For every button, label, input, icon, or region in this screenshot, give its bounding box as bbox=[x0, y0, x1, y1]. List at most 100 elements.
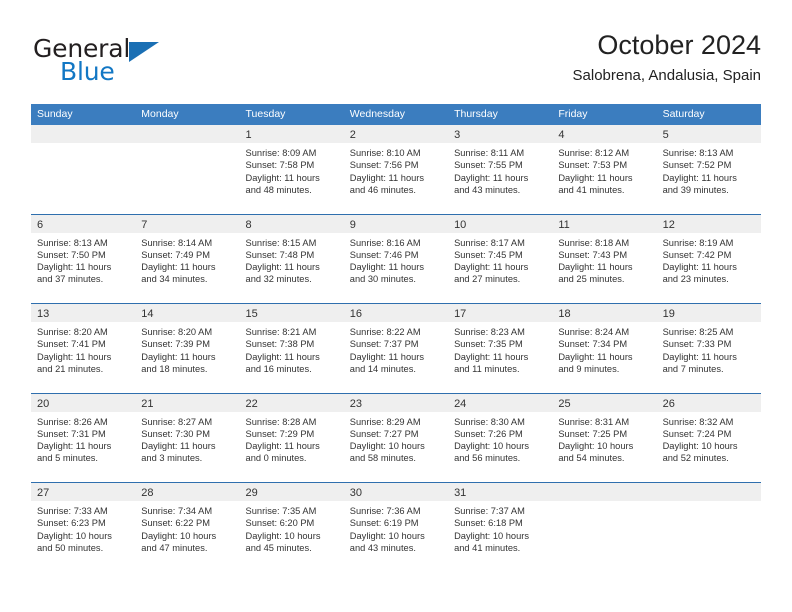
day-number-band: 18 bbox=[552, 304, 657, 322]
calendar-day-cell[interactable]: 12 Sunrise: 8:19 AM Sunset: 7:42 PM Dayl… bbox=[656, 214, 761, 303]
calendar-day-cell[interactable]: 20 Sunrise: 8:26 AM Sunset: 7:31 PM Dayl… bbox=[31, 393, 136, 482]
sunset-text: Sunset: 7:50 PM bbox=[37, 249, 106, 260]
day-number: 20 bbox=[37, 397, 50, 410]
calendar-day-cell[interactable]: 23 Sunrise: 8:29 AM Sunset: 7:27 PM Dayl… bbox=[343, 393, 449, 482]
calendar-day-cell[interactable]: 31 Sunrise: 7:37 AM Sunset: 6:18 PM Dayl… bbox=[448, 483, 553, 572]
calendar-grid: Sunday Monday Tuesday Wednesday Thursday… bbox=[31, 104, 761, 572]
day-details: Sunrise: 8:12 AM Sunset: 7:53 PM Dayligh… bbox=[552, 143, 656, 196]
calendar-day-cell[interactable]: 21 Sunrise: 8:27 AM Sunset: 7:30 PM Dayl… bbox=[135, 393, 240, 482]
sunset-text: Sunset: 7:45 PM bbox=[454, 249, 523, 260]
day-number: 26 bbox=[662, 397, 675, 410]
calendar-day-cell[interactable]: 24 Sunrise: 8:30 AM Sunset: 7:26 PM Dayl… bbox=[448, 393, 553, 482]
daylight-text-line2: and 30 minutes. bbox=[349, 274, 416, 285]
calendar-day-cell[interactable]: 10 Sunrise: 8:17 AM Sunset: 7:45 PM Dayl… bbox=[448, 214, 553, 303]
daylight-text-line1: Daylight: 11 hours bbox=[141, 262, 216, 273]
sunset-text: Sunset: 7:43 PM bbox=[558, 249, 628, 260]
day-number-band: 30 bbox=[343, 483, 449, 501]
daylight-text-line2: and 25 minutes. bbox=[558, 274, 625, 285]
calendar-week-row: 6 Sunrise: 8:13 AM Sunset: 7:50 PM Dayli… bbox=[31, 213, 761, 303]
calendar-day-cell[interactable]: 26 Sunrise: 8:32 AM Sunset: 7:24 PM Dayl… bbox=[656, 393, 761, 482]
daylight-text-line2: and 34 minutes. bbox=[141, 274, 208, 285]
sunrise-text: Sunrise: 8:18 AM bbox=[558, 237, 630, 248]
day-number-band bbox=[135, 125, 240, 143]
sunrise-text: Sunrise: 8:11 AM bbox=[454, 148, 525, 158]
daylight-text-line2: and 43 minutes. bbox=[454, 184, 521, 195]
day-number: 21 bbox=[141, 397, 154, 410]
sunrise-text: Sunrise: 8:20 AM bbox=[37, 327, 108, 337]
day-number-band: 7 bbox=[135, 214, 240, 233]
daylight-text-line1: Daylight: 11 hours bbox=[662, 262, 737, 273]
calendar-day-cell[interactable]: 11 Sunrise: 8:18 AM Sunset: 7:43 PM Dayl… bbox=[552, 214, 657, 303]
day-details: Sunrise: 8:25 AM Sunset: 7:33 PM Dayligh… bbox=[657, 322, 761, 375]
calendar-day-cell[interactable]: 19 Sunrise: 8:25 AM Sunset: 7:33 PM Dayl… bbox=[656, 304, 761, 393]
day-details: Sunrise: 8:23 AM Sunset: 7:35 PM Dayligh… bbox=[448, 322, 552, 375]
sunrise-text: Sunrise: 8:13 AM bbox=[37, 237, 108, 248]
day-number-band: 23 bbox=[343, 393, 449, 412]
day-details: Sunrise: 8:31 AM Sunset: 7:25 PM Dayligh… bbox=[552, 412, 656, 465]
weekday-header-monday: Monday bbox=[141, 108, 179, 120]
calendar-page: General Blue October 2024 Salobrena, And… bbox=[0, 0, 792, 612]
calendar-day-cell[interactable]: 5 Sunrise: 8:13 AM Sunset: 7:52 PM Dayli… bbox=[656, 125, 761, 214]
calendar-day-cell[interactable]: 13 Sunrise: 8:20 AM Sunset: 7:41 PM Dayl… bbox=[31, 304, 136, 393]
calendar-day-cell[interactable]: 28 Sunrise: 7:34 AM Sunset: 6:22 PM Dayl… bbox=[135, 483, 240, 572]
sunrise-text: Sunrise: 8:13 AM bbox=[662, 148, 734, 158]
daylight-text-line1: Daylight: 11 hours bbox=[454, 172, 529, 183]
triangle-icon bbox=[129, 42, 159, 62]
sunset-text: Sunset: 7:29 PM bbox=[245, 428, 315, 439]
sunset-text: Sunset: 7:31 PM bbox=[37, 428, 106, 439]
sunset-text: Sunset: 7:48 PM bbox=[245, 249, 315, 260]
day-number-band: 10 bbox=[448, 214, 553, 233]
calendar-weeks: 1 Sunrise: 8:09 AM Sunset: 7:58 PM Dayli… bbox=[31, 125, 761, 572]
day-number: 29 bbox=[245, 487, 258, 499]
daylight-text-line1: Daylight: 11 hours bbox=[558, 172, 633, 183]
sunrise-text: Sunrise: 8:31 AM bbox=[558, 416, 630, 427]
calendar-day-cell[interactable]: 22 Sunrise: 8:28 AM Sunset: 7:29 PM Dayl… bbox=[239, 393, 344, 482]
calendar-day-cell[interactable]: 4 Sunrise: 8:12 AM Sunset: 7:53 PM Dayli… bbox=[552, 125, 657, 214]
calendar-day-cell[interactable]: 27 Sunrise: 7:33 AM Sunset: 6:23 PM Dayl… bbox=[31, 483, 136, 572]
daylight-text-line1: Daylight: 11 hours bbox=[349, 351, 425, 362]
calendar-day-cell[interactable]: 8 Sunrise: 8:15 AM Sunset: 7:48 PM Dayli… bbox=[239, 214, 344, 303]
sunset-text: Sunset: 7:30 PM bbox=[141, 428, 210, 439]
sunrise-text: Sunrise: 8:21 AM bbox=[245, 327, 317, 337]
calendar-day-cell[interactable]: 29 Sunrise: 7:35 AM Sunset: 6:20 PM Dayl… bbox=[239, 483, 344, 572]
calendar-day-cell[interactable]: 30 Sunrise: 7:36 AM Sunset: 6:19 PM Dayl… bbox=[343, 483, 449, 572]
day-details: Sunrise: 7:37 AM Sunset: 6:18 PM Dayligh… bbox=[448, 501, 552, 554]
calendar-day-cell[interactable]: 3 Sunrise: 8:11 AM Sunset: 7:55 PM Dayli… bbox=[448, 125, 553, 214]
day-number-band bbox=[656, 483, 761, 501]
sunset-text: Sunset: 6:18 PM bbox=[454, 518, 523, 529]
calendar-week-row: 20 Sunrise: 8:26 AM Sunset: 7:31 PM Dayl… bbox=[31, 392, 761, 482]
daylight-text-line1: Daylight: 11 hours bbox=[454, 262, 529, 273]
day-number: 5 bbox=[662, 129, 669, 141]
calendar-day-cell[interactable]: 2 Sunrise: 8:10 AM Sunset: 7:56 PM Dayli… bbox=[343, 125, 449, 214]
day-number: 30 bbox=[349, 487, 363, 499]
daylight-text-line2: and 43 minutes. bbox=[349, 542, 416, 553]
daylight-text-line2: and 16 minutes. bbox=[245, 363, 312, 374]
daylight-text-line2: and 21 minutes. bbox=[37, 363, 104, 374]
daylight-text-line1: Daylight: 11 hours bbox=[349, 262, 425, 273]
sunrise-text: Sunrise: 8:12 AM bbox=[558, 148, 630, 158]
calendar-day-cell[interactable]: 15 Sunrise: 8:21 AM Sunset: 7:38 PM Dayl… bbox=[239, 304, 344, 393]
sunrise-text: Sunrise: 8:20 AM bbox=[141, 327, 213, 337]
calendar-day-cell[interactable]: 7 Sunrise: 8:14 AM Sunset: 7:49 PM Dayli… bbox=[135, 214, 240, 303]
calendar-day-cell[interactable]: 17 Sunrise: 8:23 AM Sunset: 7:35 PM Dayl… bbox=[448, 304, 553, 393]
page-title: October 2024 bbox=[597, 30, 761, 60]
day-number: 13 bbox=[37, 308, 50, 320]
calendar-day-cell[interactable]: 18 Sunrise: 8:24 AM Sunset: 7:34 PM Dayl… bbox=[552, 304, 657, 393]
calendar-day-cell[interactable]: 16 Sunrise: 8:22 AM Sunset: 7:37 PM Dayl… bbox=[343, 304, 449, 393]
title-block: October 2024 Salobrena, Andalusia, Spain bbox=[573, 28, 761, 87]
daylight-text-line1: Daylight: 10 hours bbox=[454, 530, 529, 541]
calendar-day-cell[interactable]: 1 Sunrise: 8:09 AM Sunset: 7:58 PM Dayli… bbox=[239, 125, 344, 214]
calendar-day-cell[interactable]: 9 Sunrise: 8:16 AM Sunset: 7:46 PM Dayli… bbox=[343, 214, 449, 303]
brand-logo[interactable]: General Blue bbox=[31, 28, 261, 90]
day-number: 4 bbox=[558, 129, 565, 141]
calendar-day-cell[interactable]: 25 Sunrise: 8:31 AM Sunset: 7:25 PM Dayl… bbox=[552, 393, 657, 482]
day-number: 3 bbox=[454, 129, 461, 141]
sunrise-text: Sunrise: 8:26 AM bbox=[37, 416, 108, 427]
calendar-day-cell[interactable]: 6 Sunrise: 8:13 AM Sunset: 7:50 PM Dayli… bbox=[31, 214, 136, 303]
daylight-text-line2: and 11 minutes. bbox=[454, 363, 520, 374]
day-number-band: 6 bbox=[31, 214, 136, 233]
daylight-text-line2: and 39 minutes. bbox=[662, 184, 729, 195]
sunrise-text: Sunrise: 8:30 AM bbox=[454, 416, 525, 427]
calendar-day-cell[interactable]: 14 Sunrise: 8:20 AM Sunset: 7:39 PM Dayl… bbox=[135, 304, 240, 393]
day-details: Sunrise: 8:19 AM Sunset: 7:42 PM Dayligh… bbox=[657, 233, 761, 286]
